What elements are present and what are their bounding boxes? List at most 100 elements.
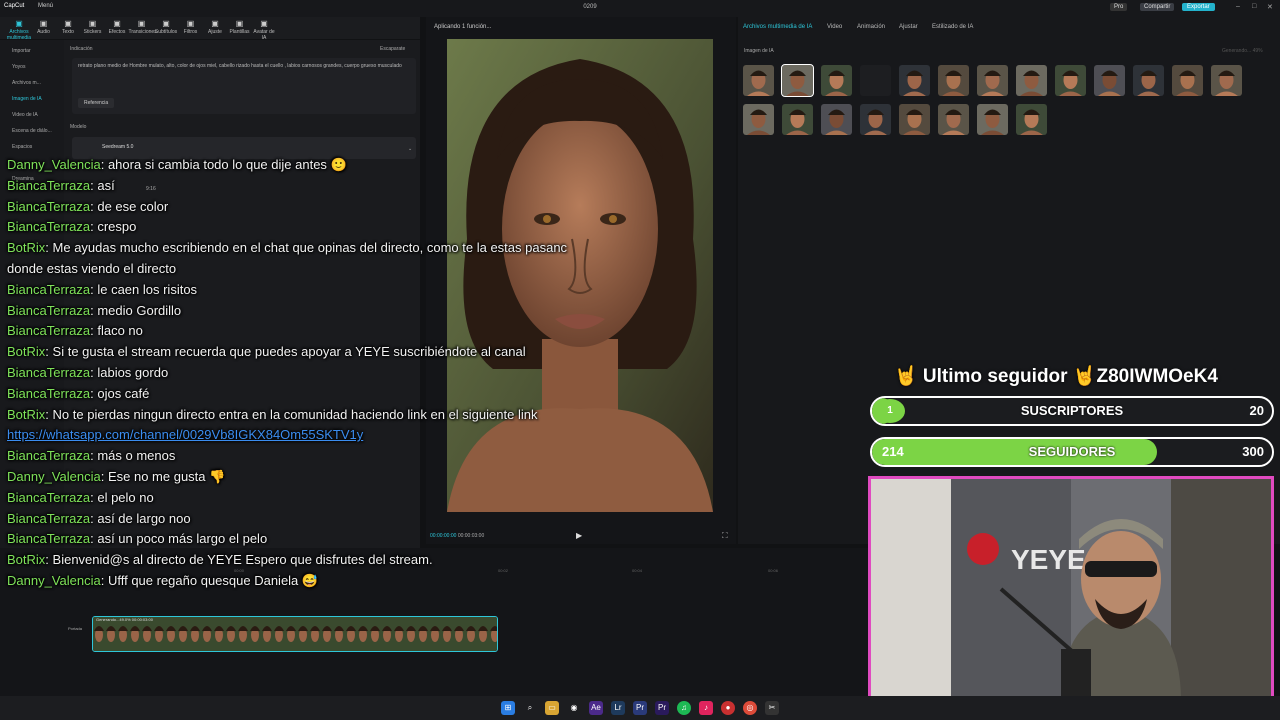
ai-image-thumbnail[interactable] [1016,104,1047,135]
tool-avatar[interactable]: ▣ Avatar de IA [251,19,277,41]
right-tab[interactable]: Video [827,24,842,30]
tool-label: Subtítulos [154,29,178,35]
premiere-icon[interactable]: Pr [633,701,647,715]
play-icon[interactable]: ▶ [576,531,582,540]
app-icon[interactable]: ● [721,701,735,715]
lightroom-icon[interactable]: Lr [611,701,625,715]
tool-sticker[interactable]: ▣ Stickers [80,19,106,35]
escaparate-link[interactable]: Escaparate [380,46,405,52]
chat-text: así un poco más largo el pelo [97,531,268,547]
title-bar: CapCut Menú 0209 Pro Compartir Exportar … [0,0,1280,17]
tiktok-icon[interactable]: ♪ [699,701,713,715]
chat-message: BiancaTerraza: flaco no [7,323,143,339]
ai-image-thumbnail[interactable] [1211,65,1242,96]
model-name: Seedream 5.0 [102,144,134,150]
photoshop-icon[interactable]: Pr [655,701,669,715]
chat-text: le caen los risitos [97,281,198,297]
last-follower: 🤘 Ultimo seguidor 🤘Z80IWMOeK4 [894,366,1218,387]
close-icon[interactable]: ✕ [1267,3,1273,11]
ai-image-thumbnail[interactable] [977,104,1008,135]
fullscreen-icon[interactable]: ⛶ [722,531,728,541]
chat-text: Me ayudas mucho escribiendo en el chat q… [52,240,568,256]
main-menu[interactable]: Menú [38,3,53,9]
maximize-icon[interactable]: □ [1252,3,1256,10]
chat-username: BiancaTerraza [7,385,91,401]
ai-image-thumbnail[interactable] [860,104,891,135]
tool-transition[interactable]: ▣ Transiciones [129,19,157,35]
export-button[interactable]: Exportar [1182,3,1215,11]
chat-username: BiancaTerraza [7,219,91,235]
capcut-icon[interactable]: ✂ [765,701,779,715]
ai-image-thumbnail[interactable] [743,65,774,96]
tool-subtitles[interactable]: ▣ Subtítulos [153,19,179,35]
tool-template[interactable]: ▣ Plantillas [227,19,253,35]
ai-image-thumbnail[interactable] [781,64,814,97]
ai-image-thumbnail[interactable] [1172,65,1203,96]
sidebar-item[interactable]: Escena de diálo... [12,128,52,134]
spotify-icon[interactable]: ♫ [677,701,691,715]
sidebar-item[interactable]: Espacios [12,144,32,150]
chat-username: BiancaTerraza [7,531,91,547]
obs-icon[interactable]: ◉ [567,701,581,715]
ai-image-thumbnail[interactable] [860,65,891,96]
chat-separator: : [45,240,53,256]
search-icon[interactable]: ⌕ [523,701,537,715]
ai-image-thumbnail[interactable] [782,104,813,135]
tool-effects[interactable]: ▣ Efectos [104,19,130,35]
sidebar-item[interactable]: Video de IA [12,112,38,118]
windows-start-icon[interactable]: ⊞ [501,701,515,715]
chat-link[interactable]: https://whatsapp.com/channel/0029Vb8IGKX… [7,427,363,442]
effects-icon: ▣ [113,19,121,28]
sidebar-item[interactable]: Importar [12,48,31,54]
tool-filter[interactable]: ▣ Filtros [178,19,204,35]
chat-text: labios gordo [97,365,169,380]
minimize-icon[interactable]: – [1236,3,1240,10]
ai-image-thumbnail[interactable] [821,65,852,96]
modelo-label: Modelo [70,124,87,130]
chat-username: Danny_Valencia [7,157,101,172]
chat-message: BotRix: Me ayudas mucho escribiendo en e… [7,240,567,256]
chat-username: BiancaTerraza [7,177,91,193]
ai-image-thumbnail[interactable] [938,104,969,135]
generating-label: Generando... 49% [1222,48,1263,54]
sidebar-item[interactable]: Imagen de IA [12,96,42,102]
ai-image-thumbnail[interactable] [1094,65,1125,96]
ai-image-thumbnail[interactable] [938,65,969,96]
timeline-tick: 00:04 [632,568,643,573]
share-button[interactable]: Compartir [1140,3,1175,11]
ai-image-thumbnail[interactable] [977,65,1008,96]
tool-media[interactable]: ▣ Archivos multimedia [6,19,32,41]
chrome-icon[interactable]: ◎ [743,701,757,715]
ratio-value[interactable]: 9:16 [146,186,156,192]
ai-image-thumbnail[interactable] [899,104,930,135]
subscribers-goal: 20 [1249,403,1264,418]
reference-button[interactable]: Referencia [78,98,115,108]
after-effects-icon[interactable]: Ae [589,701,603,715]
ai-image-thumbnail[interactable] [1055,65,1086,96]
chat-message: BiancaTerraza: así [7,178,115,194]
right-tab[interactable]: Archivos multimedia de IA [743,24,812,30]
file-explorer-icon[interactable]: ▭ [545,701,559,715]
chat-message: BiancaTerraza: crespo [7,219,136,235]
chat-text: más o menos [97,448,176,464]
right-tab[interactable]: Ajustar [899,24,918,30]
sidebar-item[interactable]: Archivos m... [12,80,41,86]
subscribers-label: SUSCRIPTORES [1020,403,1124,418]
right-tab[interactable]: Estilizado de IA [932,24,973,30]
ai-image-thumbnail[interactable] [743,104,774,135]
right-tab[interactable]: Animación [857,24,885,30]
sidebar-item[interactable]: Yoyos [12,64,25,70]
chat-username: Danny_Valencia [7,573,101,588]
ai-image-thumbnail[interactable] [821,104,852,135]
chat-username: BiancaTerraza [7,198,91,214]
tool-text[interactable]: ▣ Texto [55,19,81,35]
chat-message: BiancaTerraza: más o menos [7,448,175,464]
cover-label[interactable]: Portada [68,626,82,631]
ai-image-thumbnail[interactable] [1016,65,1047,96]
webcam-feed: YEYE [868,476,1274,704]
ai-image-thumbnail[interactable] [1133,65,1164,96]
tool-adjust[interactable]: ▣ Ajuste [202,19,228,35]
pro-badge[interactable]: Pro [1110,3,1128,11]
tool-audio[interactable]: ▣ Audio [31,19,57,35]
ai-image-thumbnail[interactable] [899,65,930,96]
